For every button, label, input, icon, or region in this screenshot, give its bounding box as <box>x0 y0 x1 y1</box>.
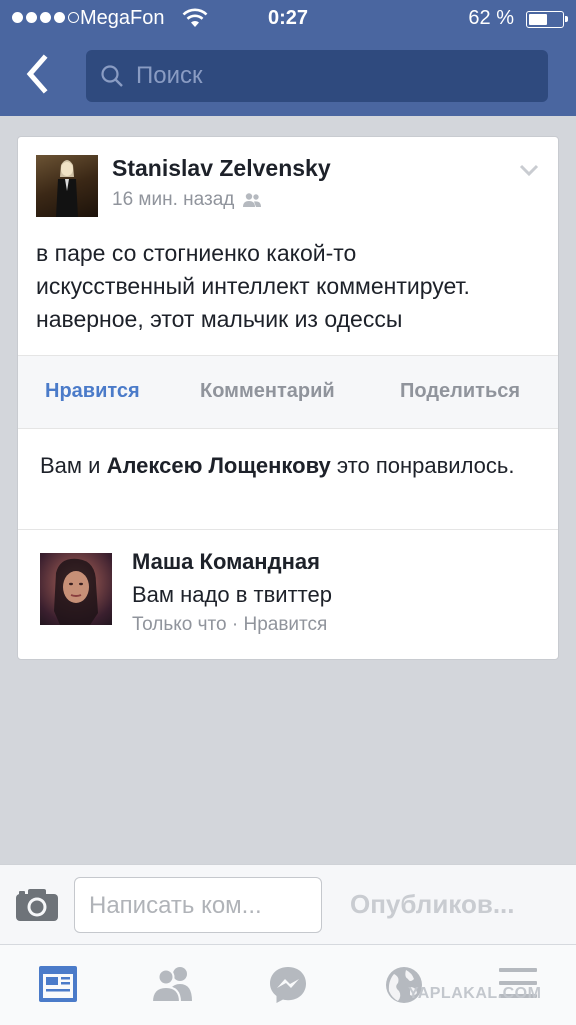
meta-separator: · <box>226 614 244 635</box>
post-text-line: наверное, этот мальчик из одессы <box>36 306 403 332</box>
search-placeholder: Поиск <box>136 62 203 89</box>
like-button[interactable]: Нравится <box>45 380 140 403</box>
top-header: MegaFon 0:27 62 % Поиск <box>0 0 576 116</box>
news-feed-icon[interactable] <box>38 965 78 1003</box>
post-body: в паре со стогниенко какой-то искусствен… <box>36 237 546 336</box>
comment-text: Вам надо в твиттер <box>132 582 332 607</box>
post-text-line: в паре со стогниенко какой-то <box>36 240 357 266</box>
status-bar: MegaFon 0:27 62 % <box>0 0 576 38</box>
camera-icon[interactable] <box>14 887 60 923</box>
comment-input[interactable]: Написать ком... <box>74 877 322 933</box>
comment-author-name[interactable]: Маша Командная <box>132 549 320 575</box>
divider <box>18 529 558 530</box>
comment-button[interactable]: Комментарий <box>200 380 335 403</box>
post-card: Stanislav Zelvensky 16 мин. назад в паре… <box>17 136 559 660</box>
author-avatar[interactable] <box>36 155 98 217</box>
post-meta: 16 мин. назад <box>112 189 262 211</box>
search-input[interactable]: Поиск <box>86 50 548 102</box>
bottom-tab-bar: YAPLAKAL.COM <box>0 944 576 1025</box>
person-photo-icon <box>56 160 78 217</box>
likes-summary[interactable]: Вам и Алексею Лощенкову это понравилось. <box>40 451 530 481</box>
messenger-icon[interactable] <box>268 965 308 1005</box>
share-button[interactable]: Поделиться <box>400 380 520 403</box>
friend-requests-icon[interactable] <box>150 965 196 1003</box>
battery-icon <box>526 11 568 28</box>
person-photo-icon <box>54 558 98 625</box>
watermark: YAPLAKAL.COM <box>408 985 542 1002</box>
post-author-name[interactable]: Stanislav Zelvensky <box>112 155 331 182</box>
battery-fill <box>529 14 548 25</box>
friends-audience-icon <box>243 193 262 207</box>
chevron-left-icon <box>26 54 48 94</box>
likes-prefix: Вам и <box>40 453 107 478</box>
comment-like-button[interactable]: Нравится <box>243 614 327 635</box>
likes-name: Алексею Лощенкову <box>106 453 331 478</box>
chevron-down-icon[interactable] <box>518 163 540 177</box>
battery-percent: 62 % <box>468 7 514 29</box>
search-icon <box>101 65 123 87</box>
comment-meta: Только что · Нравится <box>132 614 327 636</box>
likes-suffix: это понравилось. <box>330 453 515 478</box>
back-button[interactable] <box>22 54 62 98</box>
post-text-line: искусственный интеллект комментирует. <box>36 273 470 299</box>
commenter-avatar[interactable] <box>40 553 112 625</box>
publish-button[interactable]: Опубликов... <box>350 889 515 920</box>
post-actions-bar: Нравится Комментарий Поделиться <box>18 355 558 429</box>
comment-composer: Написать ком... Опубликов... <box>0 864 576 945</box>
battery-tip <box>565 16 568 22</box>
comment-timestamp: Только что <box>132 614 227 635</box>
post-timestamp[interactable]: 16 мин. назад <box>112 189 234 211</box>
